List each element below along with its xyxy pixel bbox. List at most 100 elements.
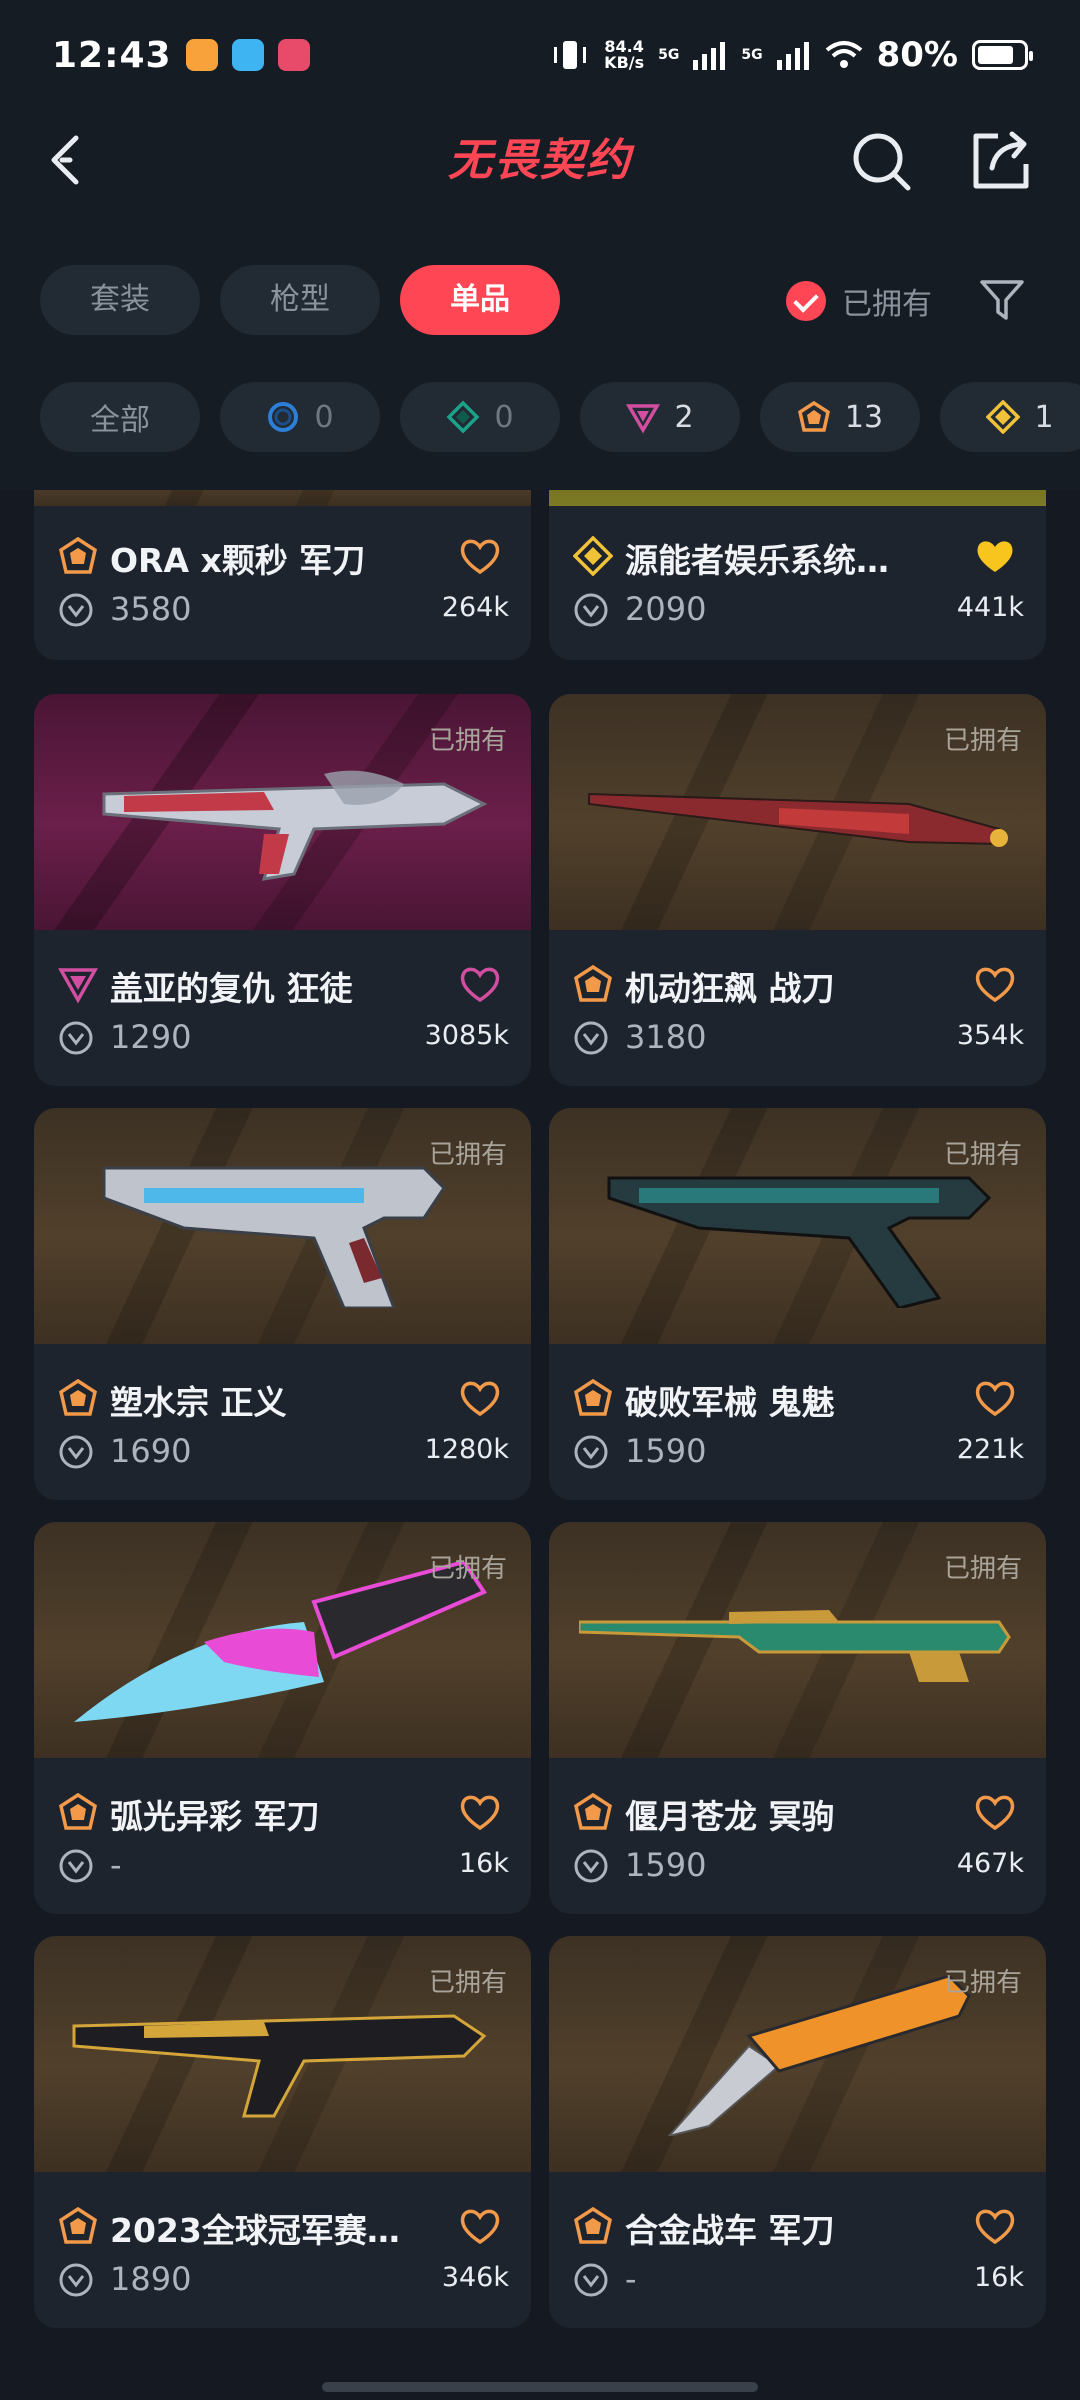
item-price: -	[110, 1846, 122, 1884]
tab-bundles[interactable]: 套装	[40, 265, 200, 335]
item-card[interactable]: 已拥有 弧光异彩 军刀 - 16k	[34, 1522, 531, 1914]
like-count: 467k	[956, 1848, 1024, 1879]
premium-tier-icon	[58, 968, 98, 1004]
tier-chip-count: 0	[314, 399, 334, 435]
rifle-illustration	[102, 770, 488, 881]
item-card[interactable]: 已拥有 2023全球冠军赛… 1890 346k	[34, 1936, 531, 2328]
item-price: 1690	[110, 1432, 192, 1470]
search-icon[interactable]	[848, 128, 914, 194]
item-name: 机动狂飙 战刀	[625, 969, 835, 1008]
item-image: 已拥有	[34, 1108, 531, 1344]
item-name: ORA x颗秒 军刀	[110, 541, 366, 580]
knife-illustration	[74, 1562, 487, 1722]
valorant-points-icon	[59, 1435, 93, 1469]
item-name: 弧光异彩 军刀	[110, 1797, 320, 1836]
item-name: 源能者娱乐系统…	[625, 541, 889, 580]
like-count: 354k	[956, 1020, 1024, 1051]
rifle-illustration	[72, 2014, 487, 2118]
item-name: 合金战车 军刀	[625, 2211, 835, 2250]
item-card[interactable]: 已拥有 合金战车 军刀 - 16k	[549, 1936, 1046, 2328]
item-name: 盖亚的复仇 狂徒	[110, 969, 353, 1008]
item-name: 2023全球冠军赛…	[110, 2211, 400, 2250]
tier-chip-all[interactable]: 全部	[40, 382, 200, 452]
game-logo: 无畏契约	[448, 135, 632, 186]
heart-icon[interactable]	[974, 1378, 1016, 1418]
category-tabs: 套装 枪型 单品	[40, 265, 560, 335]
battery-percent: 80%	[876, 35, 958, 75]
like-count: 441k	[956, 592, 1024, 623]
tier-chip-count: 2	[674, 399, 694, 435]
heart-icon[interactable]	[974, 2206, 1016, 2246]
owned-filter-toggle[interactable]: 已拥有	[786, 276, 932, 326]
heart-icon[interactable]	[459, 2206, 501, 2246]
knife-illustration	[667, 1976, 971, 2136]
item-card[interactable]: 已拥有 盖亚的复仇 狂徒 1290 3085k	[34, 694, 531, 1086]
exclusive-tier-icon	[59, 2206, 97, 2244]
item-price: 3580	[110, 590, 192, 628]
item-price: 2090	[625, 590, 707, 628]
item-name: 偃月苍龙 冥驹	[625, 1797, 835, 1836]
pistol-illustration	[102, 1166, 446, 1308]
item-price: -	[625, 2260, 637, 2298]
app-notification-icon	[277, 39, 310, 71]
vibrate-icon	[554, 41, 587, 69]
owned-filter-label: 已拥有	[842, 287, 932, 322]
like-count: 264k	[441, 592, 509, 623]
owned-tag: 已拥有	[428, 1554, 507, 1584]
app-notification-icon	[231, 39, 264, 71]
tier-chip-ultra[interactable]: 1	[940, 382, 1080, 452]
owned-tag: 已拥有	[943, 1554, 1022, 1584]
item-image: 已拥有	[34, 1936, 531, 2172]
owned-tag: 已拥有	[943, 1968, 1022, 1998]
item-card[interactable]: 源能者娱乐系统… 2090 441k	[549, 490, 1046, 660]
tab-weapon-types[interactable]: 枪型	[220, 265, 380, 335]
heart-icon[interactable]	[974, 1792, 1016, 1832]
item-card[interactable]: 已拥有 机动狂飙 战刀 3180 354k	[549, 694, 1046, 1086]
exclusive-tier-icon	[59, 1378, 97, 1416]
heart-icon[interactable]	[459, 1378, 501, 1418]
item-name: 破败军械 鬼魅	[625, 1383, 835, 1422]
heart-filled-icon[interactable]	[974, 536, 1016, 576]
valorant-points-icon	[574, 593, 608, 627]
item-grid: ORA x颗秒 军刀 3580 264k 源能者娱乐系统… 2090 441k	[0, 490, 1080, 2400]
share-icon[interactable]	[968, 128, 1034, 194]
item-card[interactable]: 已拥有 破败军械 鬼魅 1590 221k	[549, 1108, 1046, 1500]
back-arrow-icon[interactable]	[40, 130, 100, 190]
like-count: 16k	[974, 2262, 1024, 2293]
item-price: 1890	[110, 2260, 192, 2298]
tier-chip-count: 0	[494, 399, 514, 435]
heart-icon[interactable]	[459, 1792, 501, 1832]
exclusive-tier-icon	[574, 2206, 612, 2244]
owned-tag: 已拥有	[943, 1140, 1022, 1170]
item-image: 已拥有	[34, 1522, 531, 1758]
nav-bar: 无畏契约	[0, 110, 1080, 210]
exclusive-tier-icon	[574, 1378, 612, 1416]
tier-chip-select[interactable]: 0	[220, 382, 380, 452]
tier-chip-premium[interactable]: 2	[580, 382, 740, 452]
item-image: 已拥有	[549, 694, 1046, 930]
valorant-points-icon	[59, 593, 93, 627]
heart-icon[interactable]	[459, 964, 501, 1004]
item-price: 3180	[625, 1018, 707, 1056]
home-indicator[interactable]	[322, 2382, 758, 2392]
tier-filter-row: 全部 0 0 2 13 1	[40, 382, 1080, 452]
item-card[interactable]: 已拥有 塑水宗 正义 1690 1280k	[34, 1108, 531, 1500]
heart-icon[interactable]	[974, 964, 1016, 1004]
item-price: 1590	[625, 1846, 707, 1884]
item-image: 已拥有	[549, 1522, 1046, 1758]
sword-illustration	[588, 792, 1008, 847]
clock: 12:43	[52, 34, 172, 76]
tier-chip-exclusive[interactable]: 13	[760, 382, 920, 452]
premium-tier-icon	[626, 404, 661, 434]
valorant-points-icon	[574, 1849, 608, 1883]
filter-icon[interactable]	[978, 276, 1026, 324]
valorant-points-icon	[574, 2263, 608, 2297]
heart-icon[interactable]	[459, 536, 501, 576]
tier-chip-deluxe[interactable]: 0	[400, 382, 560, 452]
tier-chip-count: 1	[1034, 399, 1054, 435]
ultra-tier-icon	[986, 400, 1021, 434]
item-card[interactable]: 已拥有 偃月苍龙 冥驹 1590 467k	[549, 1522, 1046, 1914]
wifi-icon	[825, 41, 862, 68]
item-card[interactable]: ORA x颗秒 军刀 3580 264k	[34, 490, 531, 660]
tab-single-items[interactable]: 单品	[400, 265, 560, 335]
